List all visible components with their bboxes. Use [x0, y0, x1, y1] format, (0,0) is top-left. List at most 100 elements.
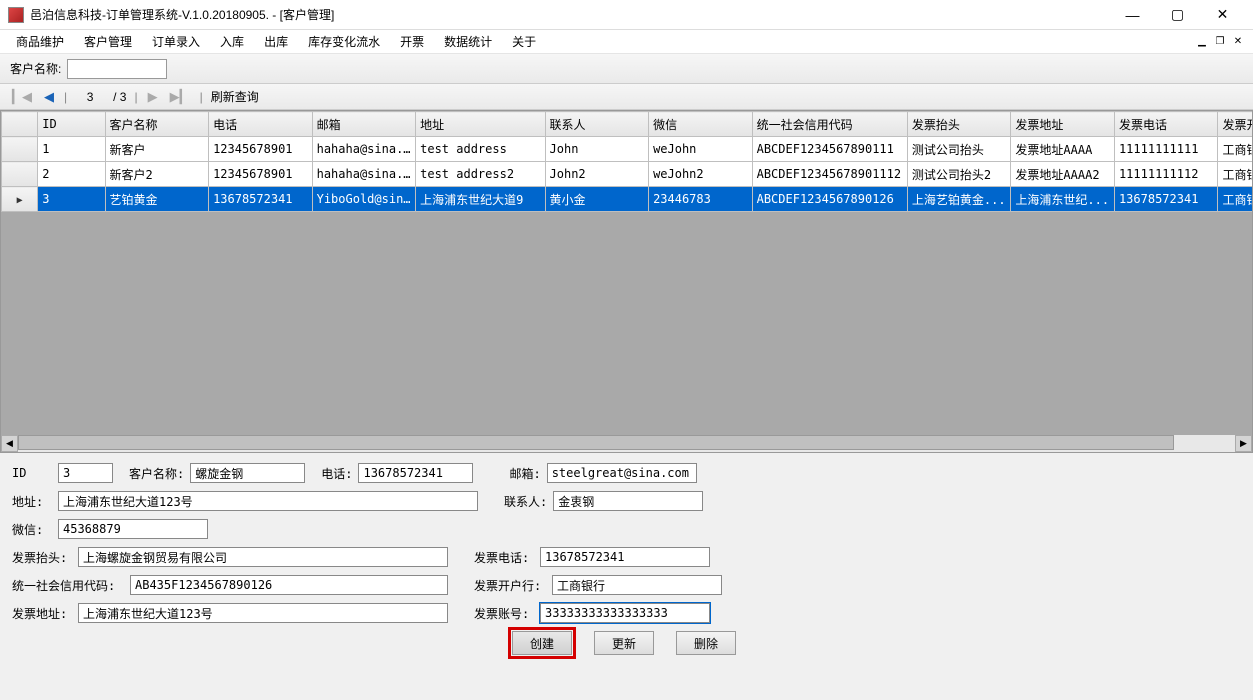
update-button[interactable]: 更新: [594, 631, 654, 655]
table-cell[interactable]: 13678572341: [209, 187, 313, 212]
table-cell[interactable]: 发票地址AAAA: [1011, 137, 1115, 162]
table-cell[interactable]: John2: [545, 162, 649, 187]
table-cell[interactable]: 1: [38, 137, 105, 162]
nav-prev-icon[interactable]: ◀: [42, 89, 56, 105]
wechat-field[interactable]: [58, 519, 208, 539]
table-cell[interactable]: YiboGold@sin...: [312, 187, 416, 212]
scroll-track[interactable]: [18, 435, 1235, 452]
horizontal-scrollbar[interactable]: ◀ ▶: [1, 435, 1252, 452]
scroll-right-icon[interactable]: ▶: [1235, 435, 1252, 452]
row-selector[interactable]: [2, 137, 38, 162]
customer-grid[interactable]: ID 客户名称 电话 邮箱 地址 联系人 微信 统一社会信用代码 发票抬头 发票…: [1, 111, 1253, 212]
col-email[interactable]: 邮箱: [312, 112, 416, 137]
table-cell[interactable]: 上海艺铂黄金...: [907, 187, 1011, 212]
minimize-button[interactable]: —: [1110, 1, 1155, 29]
address-field[interactable]: [58, 491, 478, 511]
col-name[interactable]: 客户名称: [105, 112, 209, 137]
mdi-minimize-icon[interactable]: ▁: [1193, 34, 1211, 50]
phone-field[interactable]: [358, 463, 473, 483]
col-phone[interactable]: 电话: [209, 112, 313, 137]
col-creditcode[interactable]: 统一社会信用代码: [752, 112, 907, 137]
menu-stockin[interactable]: 入库: [210, 30, 254, 53]
table-cell[interactable]: 艺铂黄金: [105, 187, 209, 212]
table-cell[interactable]: 工商银行2: [1218, 162, 1253, 187]
table-cell[interactable]: 黄小金: [545, 187, 649, 212]
table-cell[interactable]: 11111111111: [1114, 137, 1218, 162]
table-cell[interactable]: 工商银行: [1218, 137, 1253, 162]
col-address[interactable]: 地址: [416, 112, 545, 137]
menu-product[interactable]: 商品维护: [6, 30, 74, 53]
col-invoicebank[interactable]: 发票开户: [1218, 112, 1253, 137]
nav-first-icon[interactable]: ▎◀: [10, 89, 34, 105]
table-cell[interactable]: hahaha@sina.com: [312, 137, 416, 162]
menu-order[interactable]: 订单录入: [142, 30, 210, 53]
table-cell[interactable]: 上海浦东世纪大道9: [416, 187, 545, 212]
invoice-acct-field[interactable]: [540, 603, 710, 623]
col-contact[interactable]: 联系人: [545, 112, 649, 137]
table-row[interactable]: 1新客户12345678901hahaha@sina.comtest addre…: [2, 137, 1253, 162]
row-selector[interactable]: [2, 162, 38, 187]
nav-last-icon[interactable]: ▶▎: [168, 89, 192, 105]
col-invoicephone[interactable]: 发票电话: [1114, 112, 1218, 137]
scroll-thumb[interactable]: [18, 435, 1174, 450]
table-cell[interactable]: ABCDEF1234567890111: [752, 137, 907, 162]
row-selector[interactable]: ▶: [2, 187, 38, 212]
table-cell[interactable]: ABCDEF1234567890126: [752, 187, 907, 212]
table-cell[interactable]: 新客户: [105, 137, 209, 162]
menu-customer[interactable]: 客户管理: [74, 30, 142, 53]
table-cell[interactable]: John: [545, 137, 649, 162]
invoice-bank-field[interactable]: [552, 575, 722, 595]
table-cell[interactable]: 2: [38, 162, 105, 187]
table-cell[interactable]: 13678572341: [1114, 187, 1218, 212]
menu-stats[interactable]: 数据统计: [434, 30, 502, 53]
close-button[interactable]: ✕: [1200, 1, 1245, 29]
nav-next-icon[interactable]: ▶: [146, 89, 160, 105]
table-cell[interactable]: hahaha@sina.com: [312, 162, 416, 187]
table-cell[interactable]: 3: [38, 187, 105, 212]
table-cell[interactable]: 测试公司抬头: [907, 137, 1011, 162]
col-wechat[interactable]: 微信: [649, 112, 753, 137]
contact-label: 联系人:: [504, 493, 547, 510]
menu-stockout[interactable]: 出库: [254, 30, 298, 53]
invoice-phone-field[interactable]: [540, 547, 710, 567]
table-row[interactable]: 2新客户212345678901hahaha@sina.comtest addr…: [2, 162, 1253, 187]
mdi-close-icon[interactable]: ✕: [1229, 34, 1247, 50]
col-id[interactable]: ID: [38, 112, 105, 137]
id-field[interactable]: [58, 463, 113, 483]
email-field[interactable]: [547, 463, 697, 483]
table-cell[interactable]: 发票地址AAAA2: [1011, 162, 1115, 187]
table-row[interactable]: ▶3艺铂黄金13678572341YiboGold@sin...上海浦东世纪大道…: [2, 187, 1253, 212]
menu-about[interactable]: 关于: [502, 30, 546, 53]
table-cell[interactable]: 新客户2: [105, 162, 209, 187]
maximize-button[interactable]: ▢: [1155, 1, 1200, 29]
delete-button[interactable]: 删除: [676, 631, 736, 655]
table-cell[interactable]: 工商银行: [1218, 187, 1253, 212]
table-cell[interactable]: weJohn2: [649, 162, 753, 187]
col-invoicetitle[interactable]: 发票抬头: [907, 112, 1011, 137]
mdi-restore-icon[interactable]: ❐: [1211, 34, 1229, 50]
table-cell[interactable]: test address2: [416, 162, 545, 187]
invoice-title-label: 发票抬头:: [12, 549, 72, 566]
contact-field[interactable]: [553, 491, 703, 511]
table-cell[interactable]: test address: [416, 137, 545, 162]
credit-code-field[interactable]: [130, 575, 448, 595]
table-cell[interactable]: 上海浦东世纪...: [1011, 187, 1115, 212]
create-button[interactable]: 创建: [512, 631, 572, 655]
name-field[interactable]: [190, 463, 305, 483]
table-cell[interactable]: 11111111112: [1114, 162, 1218, 187]
invoice-addr-field[interactable]: [78, 603, 448, 623]
table-cell[interactable]: 23446783: [649, 187, 753, 212]
invoice-title-field[interactable]: [78, 547, 448, 567]
table-cell[interactable]: weJohn: [649, 137, 753, 162]
table-cell[interactable]: 12345678901: [209, 162, 313, 187]
col-invoiceaddr[interactable]: 发票地址: [1011, 112, 1115, 137]
menu-inventory[interactable]: 库存变化流水: [298, 30, 390, 53]
invoice-acct-label: 发票账号:: [474, 605, 534, 622]
menu-invoice[interactable]: 开票: [390, 30, 434, 53]
table-cell[interactable]: ABCDEF12345678901112: [752, 162, 907, 187]
nav-refresh-link[interactable]: 刷新查询: [211, 88, 259, 105]
scroll-left-icon[interactable]: ◀: [1, 435, 18, 452]
table-cell[interactable]: 12345678901: [209, 137, 313, 162]
table-cell[interactable]: 测试公司抬头2: [907, 162, 1011, 187]
customer-name-search-input[interactable]: [67, 59, 167, 79]
